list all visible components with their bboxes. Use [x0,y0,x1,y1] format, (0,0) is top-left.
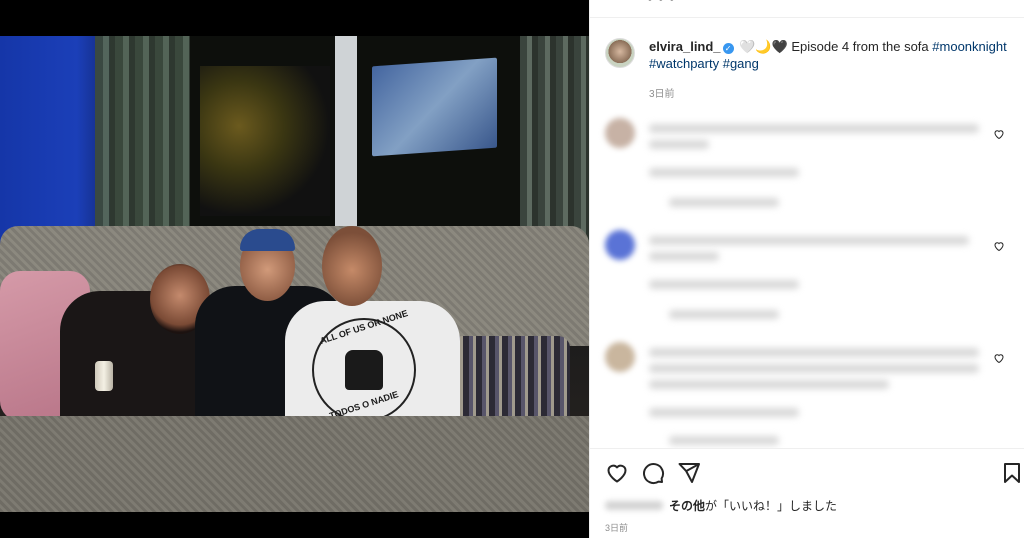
likes-summary[interactable]: その他が「いいね！」しました [605,497,837,514]
blurred-text [649,348,979,357]
hashtag-link[interactable]: #gang [723,56,759,71]
blurred-text [649,380,889,389]
heart-icon[interactable] [605,461,629,485]
bookmark-icon[interactable] [1000,461,1024,485]
baseball-cap [240,229,295,251]
comment-heart-icon[interactable] [993,240,1005,252]
sofa-seat [0,416,589,512]
post-photo[interactable]: ALL OF US OR NONE TODOS O NADIE [0,36,589,512]
person-right-head [322,226,382,306]
blurred-text [649,140,709,149]
likes-others-link[interactable]: その他 [669,499,705,513]
likes-text: その他が「いいね！」しました [669,499,838,513]
comment-heart-icon[interactable] [993,352,1005,364]
comment-avatar[interactable] [605,230,635,260]
share-icon[interactable] [677,461,701,485]
blurred-text [649,364,979,373]
post-actions: その他が「いいね！」しました 3日前 [590,448,1024,538]
comment-avatar[interactable] [605,342,635,372]
blurred-text [669,436,779,445]
hashtag-link[interactable]: #watchparty [649,56,719,71]
caption-text: 🤍🌙🖤 Episode 4 from the sofa [739,39,929,54]
comment-icon[interactable] [641,461,665,485]
blurred-text [649,408,799,417]
post-media: ALL OF US OR NONE TODOS O NADIE [0,0,589,538]
blurred-text [649,252,719,261]
blurred-liker-name [605,501,663,510]
drink-can [95,361,113,391]
comment-heart-icon[interactable] [993,128,1005,140]
fist-icon [345,350,383,390]
post-timestamp[interactable]: 3日前 [605,521,628,534]
caption-timestamp[interactable]: 3日前 [649,85,675,100]
blurred-text [669,198,779,207]
post-caption: elvira_lind_ ✓ 🤍🌙🖤 Episode 4 from the sof… [605,38,1010,72]
comment-avatar[interactable] [605,118,635,148]
blurred-text [649,236,969,245]
blurred-text [649,280,799,289]
blurred-text [649,124,979,133]
avatar[interactable] [605,38,635,68]
header-dots: • • • [648,0,676,6]
blurred-text [669,310,779,319]
post-side-panel: • • • elvira_lind_ ✓ 🤍🌙🖤 Episode 4 from t… [589,0,1024,538]
caption-text-block: elvira_lind_ ✓ 🤍🌙🖤 Episode 4 from the sof… [649,38,1010,72]
trees [200,66,330,216]
blurred-text [649,168,799,177]
username-link[interactable]: elvira_lind_ [649,39,721,54]
post-header: • • • [590,0,1024,18]
verified-badge-icon: ✓ [722,43,734,54]
hashtag-link[interactable]: #moonknight [932,39,1006,54]
projected-screen [372,57,497,157]
